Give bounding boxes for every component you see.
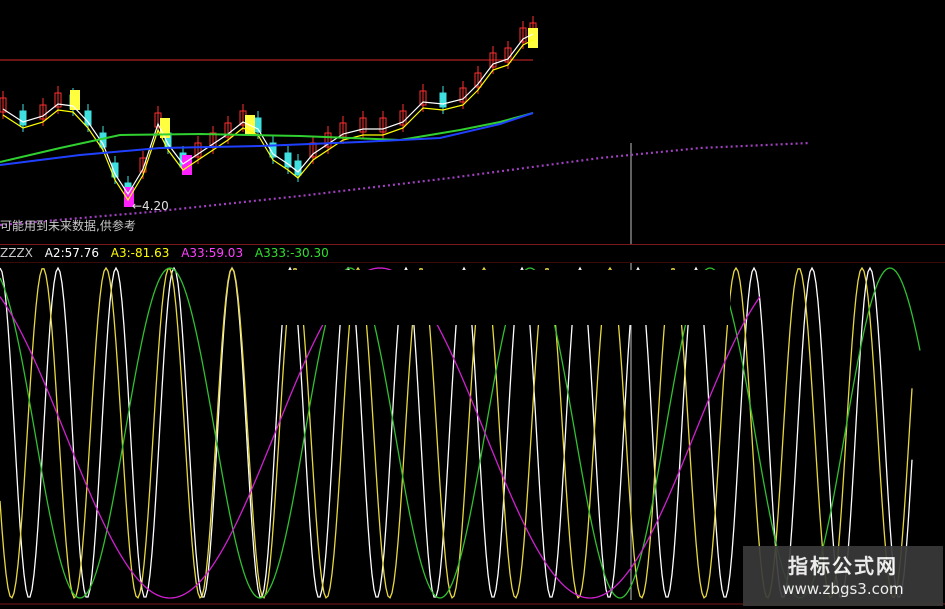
candle-body <box>284 152 292 168</box>
signal-box <box>70 90 80 110</box>
price-low-label: ←4.20 <box>132 199 169 213</box>
panel-divider <box>0 244 945 245</box>
candle-body <box>294 160 302 176</box>
candle-body <box>19 110 27 126</box>
watermark-url: www.zbgs3.com <box>782 580 904 598</box>
chart-canvas <box>0 16 945 605</box>
legend-a333: A333:-30.30 <box>254 246 329 260</box>
indicator-top-line <box>0 262 945 263</box>
legend-a33: A33:59.03 <box>181 246 244 260</box>
legend-indicator-name: ZZZX <box>0 246 33 260</box>
signal-box <box>528 28 538 48</box>
future-data-note: 可能用到未来数据,供参考 <box>0 219 136 233</box>
ma-white-line <box>2 33 534 196</box>
legend-a2: A2:57.76 <box>44 246 99 260</box>
legend-a3: A3:-81.63 <box>110 246 170 260</box>
ma-yellow-line <box>2 39 534 202</box>
candle-body <box>439 92 447 108</box>
indicator-mask <box>250 270 730 325</box>
watermark-title: 指标公式网 <box>788 554 898 578</box>
watermark: 指标公式网 www.zbgs3.com <box>743 546 943 606</box>
indicator-legend: ZZZX A2:57.76 A3:-81.63 A33:59.03 A333:-… <box>0 246 337 262</box>
ma-blue-line <box>0 112 534 166</box>
stock-chart-window: { "main_panel": { "note": "可能用到未来数据,供参考"… <box>0 0 945 609</box>
